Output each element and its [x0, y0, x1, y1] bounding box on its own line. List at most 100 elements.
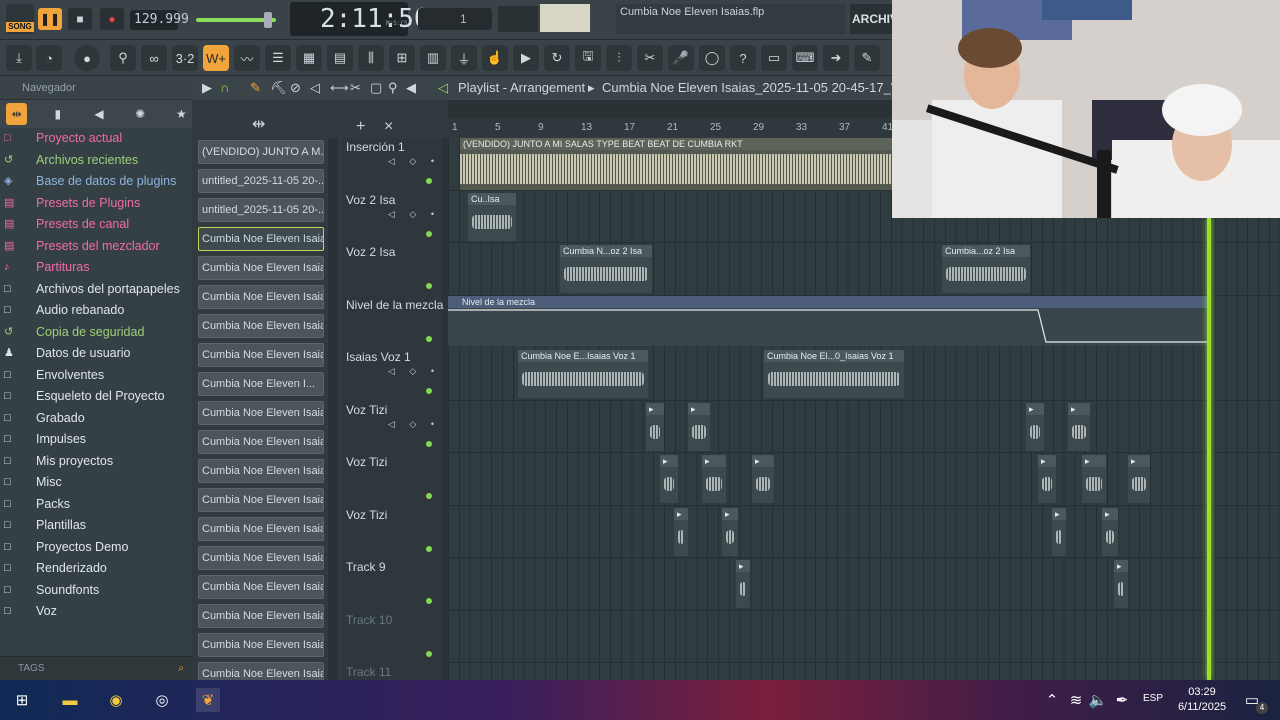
track-led[interactable] — [426, 650, 432, 657]
record-button[interactable]: ● — [100, 8, 124, 30]
clip-tizi[interactable]: ▸ — [660, 455, 678, 503]
slip-icon[interactable]: ⟷ — [330, 76, 349, 100]
lane-3[interactable]: Cumbia N...oz 2 Isa Cumbia...oz 2 Isa — [448, 243, 1280, 296]
refresh-button[interactable]: ↻ — [544, 45, 570, 71]
chrome-button[interactable]: ◉ — [104, 688, 128, 712]
clip-tizi[interactable]: ▸ — [1026, 402, 1044, 451]
zoom-icon[interactable]: ⚲ — [388, 76, 398, 100]
track-led[interactable] — [426, 230, 432, 237]
network-button[interactable]: ≋ — [1064, 688, 1088, 712]
track-controls-icon[interactable]: ◁ ◇ • — [388, 209, 440, 220]
pattern-item[interactable]: Cumbia Noe Eleven Isaias... — [198, 546, 324, 570]
browser-item[interactable]: □ Mis proyectos — [0, 451, 192, 473]
lane-7[interactable]: ▸ ▸ ▸ ▸ ▸ ▸ — [448, 453, 1280, 506]
magnet-icon[interactable]: ∩ — [220, 76, 229, 100]
clip-track9[interactable]: ▸ — [1114, 560, 1128, 608]
pen-button[interactable]: ✒ — [1110, 688, 1134, 712]
clip-tizi[interactable]: ▸ — [1102, 507, 1118, 556]
next-button[interactable]: ➜ — [823, 45, 849, 71]
pattern-item[interactable]: Cumbia Noe Eleven Isaias... — [198, 575, 324, 599]
pattern-item[interactable]: Cumbia Noe Eleven Isaias... — [198, 227, 324, 251]
playlist-button[interactable]: ☰ — [265, 45, 291, 71]
fl-studio-taskbar-button[interactable]: ❦ — [196, 688, 220, 712]
obs-button[interactable]: ◎ — [150, 688, 174, 712]
notifications-button[interactable]: ▭ 4 — [1240, 688, 1268, 714]
tool-button[interactable]: ✎ — [854, 45, 880, 71]
browser-tab-plugins[interactable]: ✺ — [130, 103, 151, 125]
play-arrow-icon[interactable]: ▶ — [202, 76, 212, 100]
beat-clip[interactable]: (VENDIDO) JUNTO A MI SALAS TYPE BEAT BEA… — [460, 138, 904, 190]
browser-item[interactable]: ▤ Presets del mezclador — [0, 236, 192, 258]
playhead[interactable] — [1207, 218, 1211, 680]
plugin-button[interactable]: ⏚ — [451, 45, 477, 71]
clip-tizi[interactable]: ▸ — [752, 455, 774, 503]
track-name[interactable]: Track 10 — [346, 613, 392, 627]
lane-8[interactable]: ▸ ▸ ▸ ▸ — [448, 506, 1280, 558]
track-name[interactable]: Voz 2 Isa — [346, 245, 395, 259]
touch-button[interactable]: ☝ — [482, 45, 508, 71]
browser-item[interactable]: ▤ Presets de canal — [0, 214, 192, 236]
clip-isaias-voz1-a[interactable]: Cumbia Noe E...Isaias Voz 1 — [518, 350, 648, 398]
browser-item[interactable]: ▤ Presets de Plugins — [0, 193, 192, 215]
clip-tizi[interactable]: ▸ — [1082, 455, 1106, 503]
track-led[interactable] — [426, 440, 432, 447]
add-track-icon[interactable]: + — [356, 118, 365, 136]
browser-item[interactable]: □ Esqueleto del Proyecto — [0, 386, 192, 408]
plugin-picker-button[interactable]: ⊞ — [389, 45, 415, 71]
pattern-item[interactable]: Cumbia Noe Eleven Isaias... — [198, 459, 324, 483]
delete-icon[interactable]: ⊘ — [290, 76, 301, 100]
help-button[interactable]: ? — [730, 45, 756, 71]
clip-track9[interactable]: ▸ — [736, 560, 750, 608]
browser-item[interactable]: □ Proyecto actual — [0, 128, 192, 150]
track-controls-icon[interactable]: ◁ ◇ • — [388, 419, 440, 430]
pattern-selector[interactable]: 1 — [418, 8, 492, 30]
pattern-item[interactable]: (VENDIDO) JUNTO A M... — [198, 140, 324, 164]
search-icon[interactable]: ⌕ — [178, 657, 184, 681]
browser-item[interactable]: ♪ Partituras — [0, 257, 192, 279]
mixer-button[interactable]: ⫼ — [358, 45, 384, 71]
master-volume-handle[interactable] — [264, 12, 272, 28]
browser-item[interactable]: ♟ Datos de usuario — [0, 343, 192, 365]
language-indicator[interactable]: ESP — [1143, 693, 1163, 704]
browser-item[interactable]: □ Envolventes — [0, 365, 192, 387]
pause-button[interactable]: ❚❚ — [38, 8, 62, 30]
tempo-display[interactable]: 129.999 — [130, 10, 189, 30]
snap-button[interactable]: ⚲ — [110, 45, 136, 71]
pencil-icon[interactable]: ✎ — [250, 76, 261, 100]
paint-icon[interactable]: ⛏ — [270, 76, 287, 100]
clip-tizi[interactable]: ▸ — [674, 507, 688, 556]
chat-button[interactable]: ◯ — [699, 45, 725, 71]
tray-expand-button[interactable]: ⌃ — [1040, 688, 1064, 712]
browser-tab-files[interactable]: ▮ — [47, 103, 68, 125]
clip-isaias-voz1-b[interactable]: Cumbia Noe El...0_Isaias Voz 1 — [764, 350, 904, 398]
mixer-console-button[interactable]: ⫶ — [606, 45, 632, 71]
typing-keyboard-button[interactable]: W+ — [203, 45, 229, 71]
clip-tizi[interactable]: ▸ — [1128, 455, 1150, 503]
track-led[interactable] — [426, 388, 432, 394]
track-led[interactable] — [426, 178, 432, 184]
pattern-item[interactable]: Cumbia Noe Eleven Isaias... — [198, 314, 324, 338]
track-name[interactable]: Track 11 — [346, 665, 391, 679]
track-name[interactable]: Voz 2 Isa — [346, 193, 395, 207]
step-button[interactable]: 3·2 — [172, 45, 198, 71]
clip-cumbia-voz2[interactable]: Cumbia...oz 2 Isa — [942, 245, 1030, 293]
clock[interactable]: 03:29 6/11/2025 — [1172, 685, 1232, 715]
browser-item[interactable]: □ Grabado — [0, 408, 192, 430]
browser-item[interactable]: □ Packs — [0, 494, 192, 516]
browser-item[interactable]: □ Misc — [0, 472, 192, 494]
browser-tab-speakers[interactable]: ◀ — [88, 103, 109, 125]
pattern-item[interactable]: Cumbia Noe Eleven Isaias... — [198, 517, 324, 541]
channel-rack-button[interactable]: ▤ — [327, 45, 353, 71]
start-button[interactable]: ⊞ — [10, 688, 34, 712]
pattern-item[interactable]: untitled_2025-11-05 20-... — [198, 169, 324, 193]
volume-button[interactable]: 🔈 — [1086, 688, 1110, 712]
clip-tizi[interactable]: ▸ — [646, 402, 664, 451]
playlist-grid[interactable]: (VENDIDO) JUNTO A MI SALAS TYPE BEAT BEA… — [448, 138, 1280, 680]
mute-icon[interactable]: ◁ — [310, 76, 320, 100]
select-icon[interactable]: ▢ — [370, 76, 382, 100]
metronome-button[interactable]: ◔ — [36, 45, 62, 71]
track-controls-icon[interactable]: ◁ ◇ • — [388, 366, 440, 377]
stop-button[interactable]: ■ — [68, 8, 92, 30]
loop-button[interactable]: ∞ — [141, 45, 167, 71]
clip-tizi[interactable]: ▸ — [1068, 402, 1090, 451]
